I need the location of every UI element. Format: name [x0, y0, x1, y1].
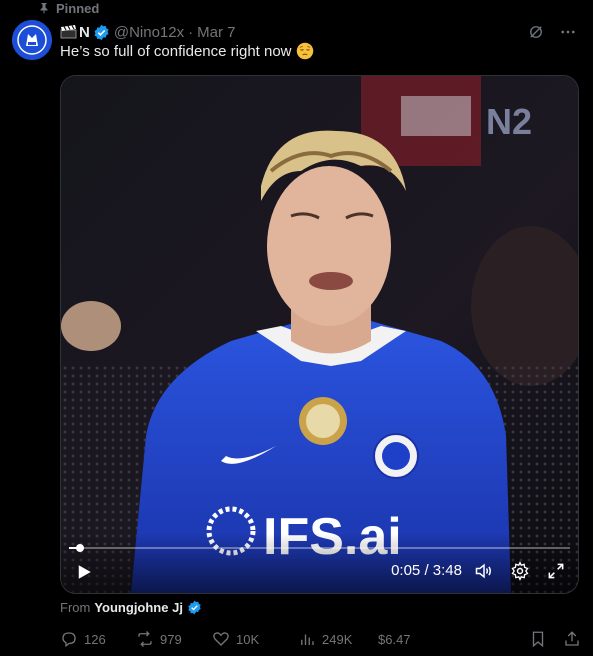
duration: 3:48 — [432, 562, 462, 579]
author-name-text: N — [79, 23, 90, 41]
like-button[interactable]: 10K — [212, 630, 298, 648]
tweet-header: N @Nino12x · Mar 7 — [60, 22, 577, 42]
author-handle[interactable]: @Nino12x — [114, 24, 184, 41]
reply-count: 126 — [84, 631, 106, 647]
tweet-actions: 126 979 10K 249K $6.47 — [60, 628, 581, 650]
author-name[interactable]: N — [60, 24, 90, 41]
header-actions — [527, 23, 577, 41]
views-button[interactable]: 249K — [298, 630, 378, 648]
pin-icon — [40, 3, 48, 14]
clapperboard-icon — [60, 25, 77, 39]
watermark-text: N2 — [486, 101, 532, 142]
tip-button[interactable]: $6.47 — [378, 632, 458, 647]
secondary-actions — [529, 630, 581, 648]
play-icon[interactable] — [75, 563, 93, 581]
attribution-source-link[interactable]: Youngjohne Jj — [94, 600, 183, 615]
club-crest-icon — [12, 20, 52, 60]
verified-badge-icon[interactable] — [93, 24, 110, 41]
video-player[interactable]: IFS.ai N2 0:05 / 3:48 — [60, 75, 579, 594]
media-attribution: From Youngjohne Jj — [60, 600, 202, 615]
tweet-text-row: He’s so full of confidence right now — [60, 42, 314, 60]
more-options-icon[interactable] — [559, 23, 577, 41]
share-icon[interactable] — [563, 630, 581, 648]
pinned-label-row: Pinned — [38, 0, 99, 16]
repost-count: 979 — [160, 631, 182, 647]
reply-button[interactable]: 126 — [60, 630, 136, 648]
views-chart-icon — [301, 634, 314, 645]
verified-badge-icon — [188, 600, 201, 615]
like-count: 10K — [236, 631, 260, 647]
progress-handle[interactable] — [76, 544, 85, 552]
reply-icon — [62, 632, 76, 648]
avatar[interactable] — [12, 20, 52, 60]
volume-icon[interactable] — [474, 561, 494, 581]
fullscreen-icon[interactable] — [546, 561, 566, 581]
bookmark-icon[interactable] — [529, 630, 547, 648]
repost-button[interactable]: 979 — [136, 630, 212, 648]
pinned-text: Pinned — [56, 0, 100, 16]
progress-bar[interactable] — [69, 544, 570, 552]
heart-icon — [213, 632, 229, 646]
settings-gear-icon[interactable] — [510, 561, 530, 581]
tweet-body: He’s so full of confidence right now — [60, 42, 292, 60]
current-time: 0:05 — [391, 562, 421, 579]
views-count: 249K — [322, 631, 353, 647]
separator-dot: · — [188, 23, 194, 41]
tweet-date[interactable]: Mar 7 — [197, 24, 235, 41]
repost-icon — [138, 631, 152, 647]
video-time: 0:05 / 3:48 — [391, 562, 462, 579]
video-controls: 0:05 / 3:48 — [61, 533, 578, 593]
grok-icon[interactable] — [527, 23, 545, 41]
attribution-prefix: From — [60, 600, 91, 615]
tip-amount: $6.47 — [378, 631, 411, 647]
time-separator: / — [424, 562, 429, 579]
video-frame: IFS.ai N2 — [61, 76, 578, 593]
pensive-face-emoji-icon — [296, 42, 313, 60]
